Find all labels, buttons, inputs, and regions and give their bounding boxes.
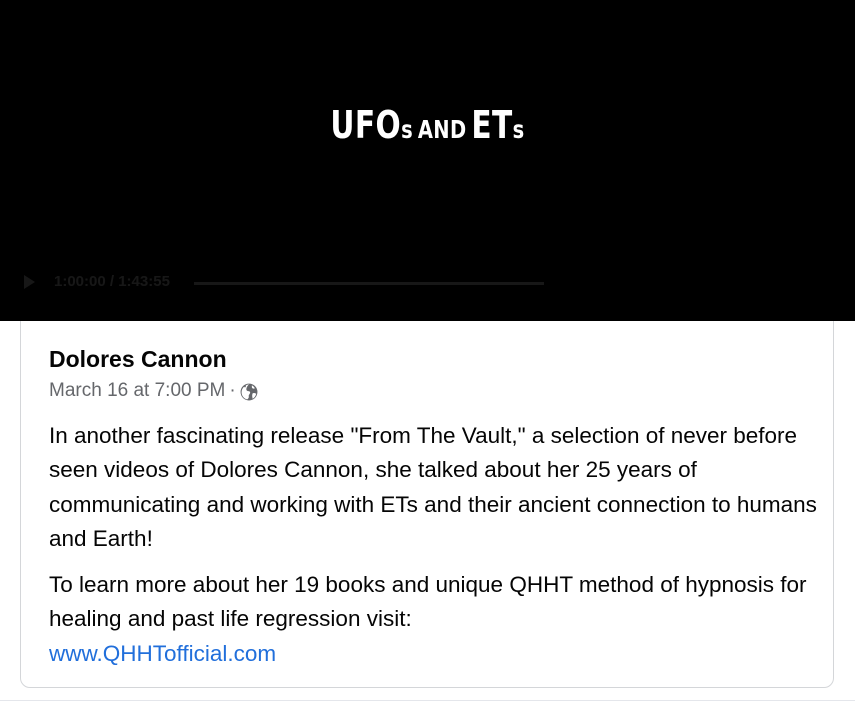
post-author[interactable]: Dolores Cannon (49, 346, 227, 373)
post-meta: March 16 at 7:00 PM · (49, 380, 258, 402)
video-title-s1: s (401, 115, 414, 144)
video-player[interactable]: UFOs AND ETs 1:00:00 / 1:43:55 (0, 0, 855, 321)
meta-separator: · (229, 380, 236, 401)
video-title-et: ET (471, 103, 513, 147)
globe-icon[interactable] (240, 383, 258, 401)
video-title-s2: s (512, 115, 525, 144)
video-title-ufo: UFO (330, 103, 402, 147)
post-timestamp[interactable]: March 16 at 7:00 PM (49, 380, 225, 402)
post-paragraph-2: To learn more about her 19 books and uni… (49, 568, 824, 671)
bottom-divider (0, 700, 855, 701)
video-controls: 1:00:00 / 1:43:55 (24, 272, 544, 292)
video-title-and: AND (417, 115, 467, 144)
post-paragraph-2-text: To learn more about her 19 books and uni… (49, 572, 807, 632)
video-title-card: UFOs AND ETs (94, 106, 761, 144)
facebook-post-page: UFOs AND ETs 1:00:00 / 1:43:55 Dolores C… (0, 0, 855, 704)
play-icon[interactable] (24, 275, 35, 289)
video-progress-bar[interactable] (194, 282, 544, 285)
video-time: 1:00:00 / 1:43:55 (54, 273, 170, 290)
post-body: In another fascinating release "From The… (49, 419, 824, 671)
post-paragraph-1: In another fascinating release "From The… (49, 423, 817, 551)
qhht-website-link[interactable]: www.QHHTofficial.com (49, 641, 276, 666)
